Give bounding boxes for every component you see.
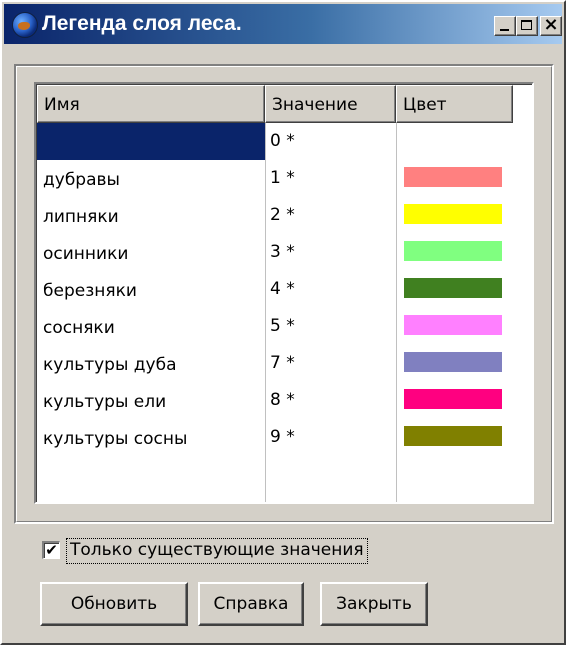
legend-window: Легенда слоя леса. × Имя Значение Цвет 0… — [0, 0, 566, 645]
help-button[interactable]: Справка — [198, 582, 304, 626]
table-row[interactable]: культуры ели 8 * — [37, 382, 513, 419]
table-row[interactable]: культуры сосны 9 * — [37, 419, 513, 456]
table-row[interactable]: сосняки 5 * — [37, 308, 513, 345]
row-name: осинники — [43, 244, 129, 264]
color-swatch — [404, 278, 502, 298]
table-row[interactable]: 0 * — [37, 123, 513, 160]
row-name: березняки — [43, 281, 137, 301]
existing-values-checkbox[interactable]: ✔ — [42, 541, 60, 559]
table-row[interactable]: культуры дуба 7 * — [37, 345, 513, 382]
color-swatch — [404, 241, 502, 261]
check-mark-icon: ✔ — [45, 541, 58, 559]
table-row[interactable]: дубравы 1 * — [37, 160, 513, 197]
color-swatch — [404, 426, 502, 446]
maximize-button[interactable] — [516, 16, 538, 36]
color-swatch — [404, 389, 502, 409]
color-swatch — [404, 204, 502, 224]
minimize-button[interactable] — [494, 16, 516, 36]
row-name: культуры ели — [43, 392, 167, 412]
color-swatch — [404, 167, 502, 187]
table-row[interactable]: березняки 4 * — [37, 271, 513, 308]
column-header-color[interactable]: Цвет — [396, 85, 513, 123]
window-title: Легенда слоя леса. — [42, 12, 242, 35]
refresh-button[interactable]: Обновить — [40, 582, 188, 626]
title-bar[interactable]: Легенда слоя леса. × — [4, 4, 562, 44]
row-value: 9 * — [270, 427, 295, 447]
row-name: культуры сосны — [43, 429, 188, 449]
row-name: культуры дуба — [43, 355, 177, 375]
existing-values-label[interactable]: Только существующие значения — [66, 538, 368, 564]
color-swatch — [404, 315, 502, 335]
color-swatch — [404, 352, 502, 372]
row-name: дубравы — [43, 170, 120, 190]
existing-values-option[interactable]: ✔ Только существующие значения — [42, 538, 402, 564]
row-name: сосняки — [43, 318, 115, 338]
list-header: Имя Значение Цвет — [37, 85, 532, 123]
table-row[interactable]: липняки 2 * — [37, 197, 513, 234]
close-window-button[interactable]: × — [540, 14, 562, 36]
legend-list[interactable]: Имя Значение Цвет 0 * дубравы 1 * липняки 2 … — [34, 82, 534, 504]
row-name — [37, 123, 265, 160]
row-name: липняки — [43, 207, 119, 227]
globe-icon[interactable] — [12, 12, 38, 38]
column-header-name[interactable]: Имя — [37, 85, 265, 123]
close-button[interactable]: Закрыть — [320, 582, 428, 626]
column-header-value[interactable]: Значение — [265, 85, 396, 123]
table-row[interactable]: осинники 3 * — [37, 234, 513, 271]
close-icon: × — [543, 14, 559, 35]
